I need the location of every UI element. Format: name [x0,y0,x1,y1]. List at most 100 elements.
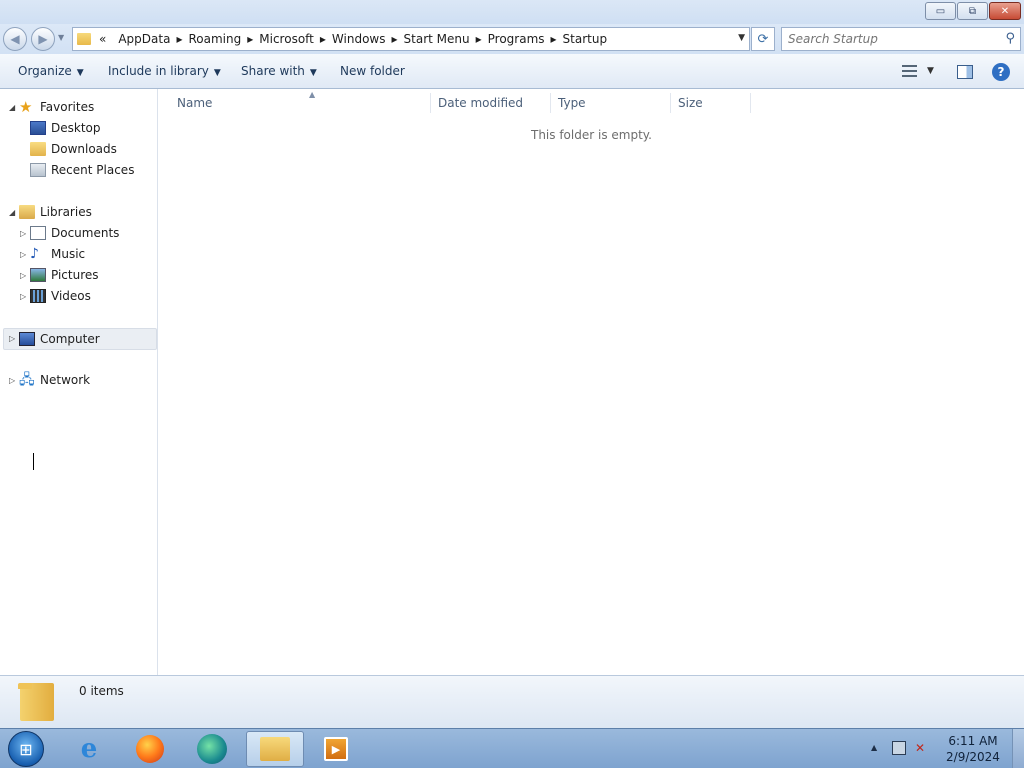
libraries-icon [19,205,35,219]
share-with-button[interactable]: Share with ▼ [241,64,317,78]
back-button[interactable]: ◀ [3,27,27,51]
navigation-pane: ◢ ★ Favorites Desktop Downloads Recent P… [0,89,158,675]
column-label: Name [177,96,213,110]
nav-favorites[interactable]: ★ Favorites [19,97,94,117]
recent-pages-dropdown[interactable]: ▼ [58,33,64,42]
address-bar[interactable]: « AppData ▸ Roaming ▸ Microsoft ▸ Window… [72,27,750,51]
expand-music-icon[interactable]: ▷ [20,250,26,259]
new-folder-button[interactable]: New folder [340,64,405,78]
breadcrumb-windows[interactable]: Windows [332,32,386,46]
expand-computer-icon[interactable]: ▷ [9,334,15,343]
nav-libraries[interactable]: Libraries [19,202,92,222]
chevron-right-icon[interactable]: ▸ [391,32,397,46]
taskbar: ⊞ e ▶ ▲ ✕ 6:11 AM 2/9/2024 [0,728,1024,768]
nav-desktop[interactable]: Desktop [30,118,101,138]
sort-ascending-icon: ▲ [309,90,316,99]
minimize-button[interactable]: ▭ [925,2,956,20]
nav-label: Videos [51,289,91,303]
include-in-library-label: Include in library [108,64,209,78]
view-options-dropdown-icon[interactable]: ▼ [927,66,934,76]
mouse-cursor-icon [33,453,44,470]
preview-pane-icon[interactable] [957,65,973,79]
explorer-taskbar-button[interactable] [246,731,304,767]
expand-pictures-icon[interactable]: ▷ [20,271,26,280]
forward-button[interactable]: ▶ [31,27,55,51]
address-dropdown-icon[interactable]: ▼ [738,33,745,43]
search-input[interactable] [788,32,998,46]
start-button[interactable]: ⊞ [8,731,44,767]
change-view-icon[interactable] [902,65,917,77]
show-hidden-icons-button[interactable]: ▲ [871,743,877,752]
media-player-taskbar-button[interactable]: ▶ [307,731,365,767]
breadcrumb-microsoft[interactable]: Microsoft [259,32,314,46]
include-in-library-button[interactable]: Include in library ▼ [108,64,221,78]
breadcrumb-startup[interactable]: Startup [563,32,608,46]
breadcrumb-programs[interactable]: Programs [488,32,545,46]
nav-documents[interactable]: Documents [30,223,119,243]
chevron-down-icon: ▼ [309,68,317,78]
chevron-down-icon: ▼ [213,68,221,78]
firefox-taskbar-button[interactable] [121,731,179,767]
collapse-libraries-icon[interactable]: ◢ [9,208,15,217]
column-header-size[interactable]: Size [672,93,751,113]
column-header-name[interactable]: ▲ Name [171,90,431,113]
explorer-folder-icon [260,737,290,761]
nav-music[interactable]: ♪ Music [30,244,85,264]
nav-label: Libraries [40,205,92,219]
expand-videos-icon[interactable]: ▷ [20,292,26,301]
share-with-label: Share with [241,64,305,78]
search-icon[interactable]: ⚲ [1005,31,1015,46]
folder-icon [18,683,54,721]
windows-logo-icon: ⊞ [19,739,33,759]
nav-pictures[interactable]: Pictures [30,265,99,285]
chevron-right-icon[interactable]: ▸ [476,32,482,46]
title-bar: ▭ ⧉ ✕ [0,0,1024,24]
organize-label: Organize [18,64,72,78]
nav-network[interactable]: 🖧 Network [19,370,90,390]
clock-date: 2/9/2024 [946,750,1000,764]
nav-label: Network [40,373,91,387]
internet-explorer-taskbar-button[interactable]: e [60,731,118,767]
file-list[interactable]: ▲ Name Date modified Type Size This fold… [159,89,1024,675]
nav-label: Computer [40,332,100,346]
edge-taskbar-button[interactable] [183,731,241,767]
chevron-right-icon[interactable]: ▸ [247,32,253,46]
expand-documents-icon[interactable]: ▷ [20,229,26,238]
breadcrumb-start-menu[interactable]: Start Menu [404,32,470,46]
network-status-icon[interactable] [892,741,906,755]
nav-label: Recent Places [51,163,135,177]
item-count: 0 items [79,684,124,698]
expand-network-icon[interactable]: ▷ [9,376,15,385]
pictures-icon [30,268,46,282]
search-box[interactable]: ⚲ [781,27,1021,51]
chevron-right-icon[interactable]: ▸ [320,32,326,46]
nav-computer[interactable]: Computer [19,329,100,349]
nav-label: Desktop [51,121,101,135]
refresh-button[interactable]: ⟳ [751,27,775,51]
maximize-button[interactable]: ⧉ [957,2,988,20]
close-button[interactable]: ✕ [989,2,1021,20]
chevron-right-icon[interactable]: ▸ [176,32,182,46]
command-bar: Organize ▼ Include in library ▼ Share with… [0,54,1024,89]
address-row: ◀ ▶ ▼ « AppData ▸ Roaming ▸ Microsoft ▸ … [0,24,1024,54]
column-header-date-modified[interactable]: Date modified [432,93,551,113]
nav-recent-places[interactable]: Recent Places [30,160,134,180]
show-desktop-button[interactable] [1012,729,1024,768]
nav-label: Pictures [51,268,99,282]
nav-videos[interactable]: Videos [30,286,91,306]
forward-arrow-icon: ▶ [38,32,48,46]
collapse-favorites-icon[interactable]: ◢ [9,103,15,112]
downloads-folder-icon [30,142,46,156]
nav-downloads[interactable]: Downloads [30,139,117,159]
clock[interactable]: 6:11 AM 2/9/2024 [944,733,1002,765]
breadcrumb-appdata[interactable]: AppData [118,32,170,46]
documents-icon [30,226,46,240]
edge-icon [197,734,227,764]
organize-button[interactable]: Organize ▼ [18,64,84,78]
chevron-right-icon[interactable]: ▸ [551,32,557,46]
help-icon[interactable]: ? [992,63,1010,81]
volume-muted-icon[interactable]: ✕ [915,741,931,757]
column-header-type[interactable]: Type [552,93,671,113]
breadcrumb-overflow[interactable]: « [99,32,106,46]
breadcrumb-roaming[interactable]: Roaming [188,32,241,46]
